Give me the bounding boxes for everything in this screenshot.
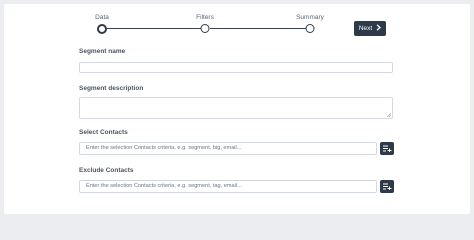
step-indicator-data[interactable] — [97, 24, 107, 34]
step-indicator-filters[interactable] — [200, 24, 210, 33]
step-label-filters: Filters — [196, 14, 214, 21]
playlist-add-icon — [382, 183, 391, 190]
playlist-add-icon — [382, 145, 391, 152]
exclude-contacts-input[interactable]: Enter the selection Contacts criteria, e… — [79, 180, 377, 193]
select-contacts-label: Select Contacts — [79, 129, 128, 136]
next-button-label: Next — [358, 25, 373, 32]
select-contacts-add-button[interactable] — [380, 142, 394, 155]
step-connector — [210, 28, 306, 29]
resize-grip-icon[interactable] — [387, 113, 391, 117]
segment-name-input[interactable] — [79, 62, 393, 73]
exclude-contacts-add-button[interactable] — [380, 180, 394, 193]
next-button[interactable]: Next — [354, 21, 386, 36]
segment-wizard-card: Data Filters Summary Next Segment name S… — [4, 4, 470, 214]
step-label-summary: Summary — [296, 14, 324, 21]
segment-description-textarea[interactable] — [79, 97, 393, 119]
step-connector — [107, 28, 201, 29]
step-indicator-summary[interactable] — [305, 24, 315, 33]
select-contacts-input[interactable]: Enter the selection Contacts criteria, e… — [79, 142, 377, 155]
step-label-data: Data — [95, 14, 109, 21]
wizard-stepper: Data Filters Summary Next — [4, 4, 470, 44]
chevron-right-icon — [376, 24, 382, 33]
exclude-contacts-label: Exclude Contacts — [79, 167, 134, 174]
segment-name-label: Segment name — [79, 48, 126, 55]
segment-description-label: Segment description — [79, 85, 144, 92]
